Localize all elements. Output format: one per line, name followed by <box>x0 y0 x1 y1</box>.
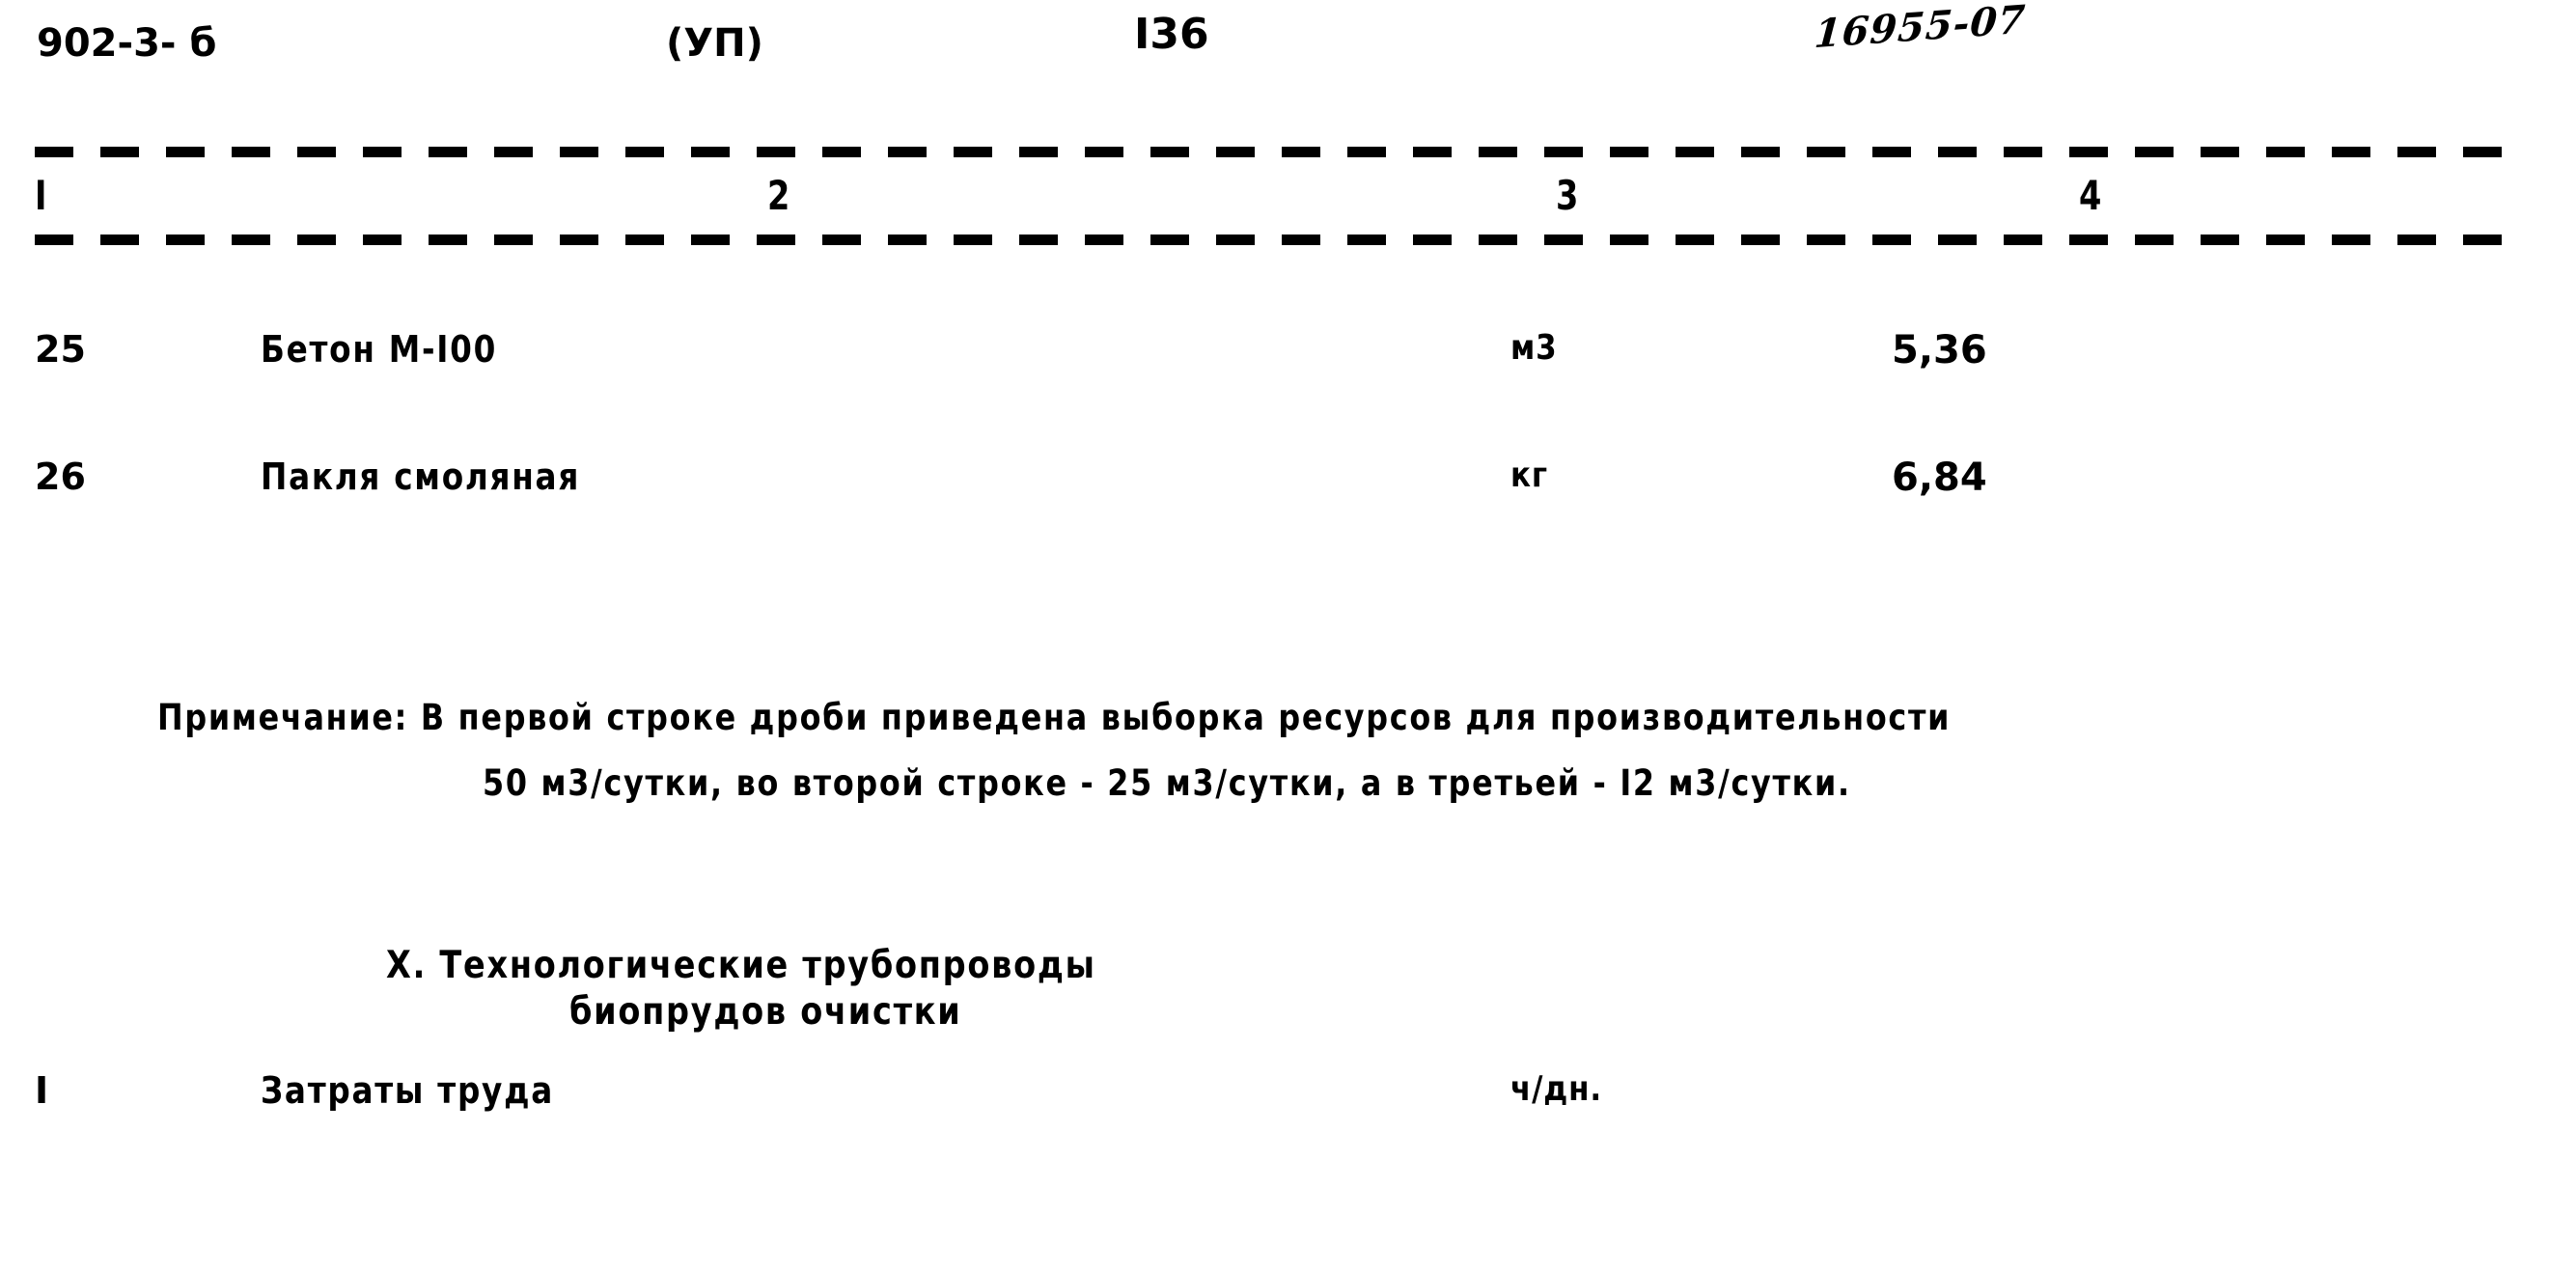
row-unit: м3 <box>1510 328 1558 368</box>
row-value: 6,84 <box>1892 456 1987 500</box>
note-text-line-1: Примечание: В первой строке дроби привед… <box>157 697 1952 738</box>
column-number-3: 3 <box>1556 172 1579 219</box>
row-resource-name: Бетон М-I00 <box>261 328 498 371</box>
column-number-1: I <box>35 172 47 219</box>
row-number: 25 <box>35 328 86 371</box>
table-row: I Затраты труда ч/дн. <box>0 1069 2576 1127</box>
row-resource-name: Затраты труда <box>261 1069 554 1112</box>
section-heading-line-2: биопрудов очистки <box>569 990 962 1034</box>
row-resource-name: Пакля смоляная <box>261 456 581 498</box>
row-value: 5,36 <box>1892 328 1987 373</box>
column-number-4: 4 <box>2079 172 2102 219</box>
document-page: 902-3- б (УП) I36 16955-07 I 2 3 4 25 Бе… <box>0 0 2576 1270</box>
table-row: 25 Бетон М-I00 м3 5,36 <box>0 328 2576 386</box>
table-rule-top <box>35 147 2515 157</box>
row-number: I <box>35 1069 49 1112</box>
handwritten-stamp: 16955-07 <box>1813 0 2028 58</box>
page-number: I36 <box>1134 10 1209 59</box>
table-rule-bottom <box>35 235 2515 245</box>
row-unit: ч/дн. <box>1510 1069 1603 1109</box>
note-text-line-2: 50 м3/сутки, во второй строке - 25 м3/су… <box>483 762 1851 804</box>
table-row: 26 Пакля смоляная кг 6,84 <box>0 456 2576 513</box>
section-heading-line-1: X. Технологические трубопроводы <box>386 944 1096 987</box>
row-number: 26 <box>35 456 86 498</box>
document-code: 902-3- б <box>37 21 217 66</box>
column-number-2: 2 <box>767 172 790 219</box>
document-series-label: (УП) <box>666 21 763 66</box>
row-unit: кг <box>1510 456 1548 495</box>
